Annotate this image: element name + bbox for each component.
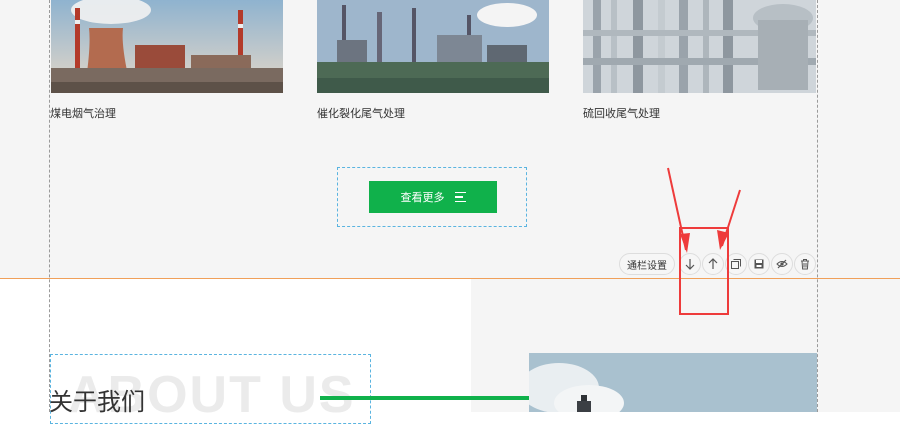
section-divider bbox=[0, 278, 900, 279]
view-more-label: 查看更多 bbox=[400, 191, 445, 204]
about-image[interactable] bbox=[529, 353, 817, 412]
menu-lines-icon bbox=[454, 191, 466, 203]
content-guide-left bbox=[49, 0, 50, 412]
view-more-button[interactable]: 查看更多 bbox=[369, 181, 497, 213]
annotation-highlight-box bbox=[679, 227, 729, 315]
trash-icon[interactable] bbox=[794, 253, 816, 275]
product-image-refinery[interactable] bbox=[317, 0, 549, 93]
content-guide-right bbox=[817, 0, 818, 412]
product-image-coal[interactable] bbox=[51, 0, 283, 93]
save-icon[interactable] bbox=[748, 253, 770, 275]
product-image-pipes[interactable] bbox=[583, 0, 816, 93]
about-title-underline bbox=[320, 396, 564, 400]
product-caption[interactable]: 煤电烟气治理 bbox=[50, 105, 116, 121]
product-caption[interactable]: 催化裂化尾气处理 bbox=[317, 105, 405, 121]
product-caption[interactable]: 硫回收尾气处理 bbox=[583, 105, 660, 121]
eye-slash-icon[interactable] bbox=[771, 253, 793, 275]
